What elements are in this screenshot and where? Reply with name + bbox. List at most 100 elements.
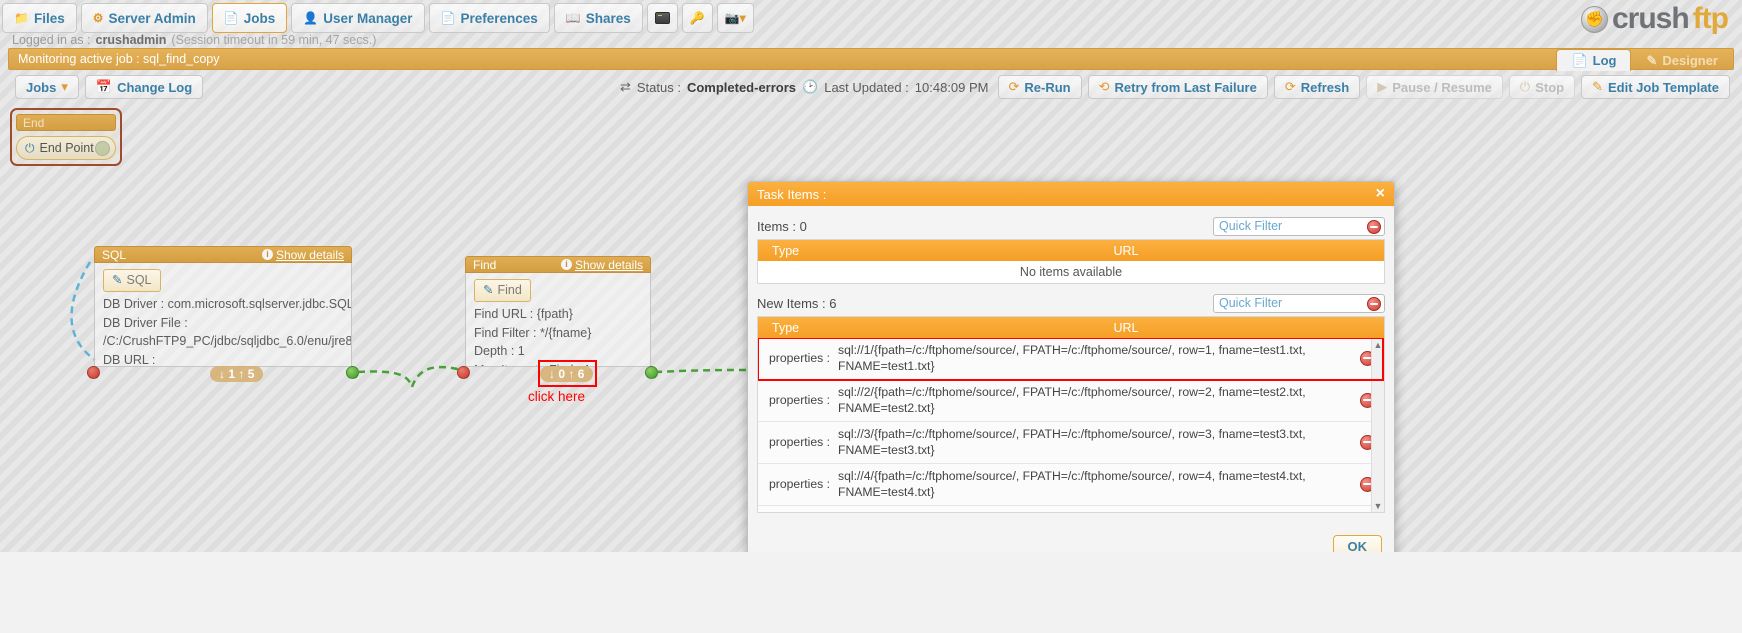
shares-icon: 📖 xyxy=(565,11,581,25)
new-items-scroll-area[interactable]: properties : sql://1/{fpath=/c:/ftphome/s… xyxy=(757,338,1385,513)
monitoring-tabs: 📄 Log ✎ Designer xyxy=(1556,49,1733,71)
brand-name-part1: crush xyxy=(1611,2,1690,35)
sql-node-tag-label: SQL xyxy=(126,273,152,287)
last-updated-label: Last Updated : xyxy=(824,79,909,95)
nav-item-preferences[interactable]: 📄 Preferences xyxy=(428,3,550,33)
nav-item-user-manager[interactable]: 👤 User Manager xyxy=(291,3,425,33)
dialog-title-bar: Task Items : × xyxy=(748,182,1394,206)
retry-from-last-failure-button[interactable]: ⟲ Retry from Last Failure xyxy=(1087,75,1268,99)
tab-designer[interactable]: ✎ Designer xyxy=(1631,49,1733,71)
table-row[interactable]: properties :sql://5/{fpath=/c:/ftphome/s… xyxy=(758,505,1384,512)
retry-icon: ⟲ xyxy=(1098,79,1110,94)
find-node-body: ✎ Find Find URL : {fpath} Find Filter : … xyxy=(465,273,651,367)
find-node-title: Find xyxy=(473,257,497,272)
nav-item-jobs[interactable]: 📄 Jobs xyxy=(211,3,288,33)
table-row[interactable]: properties : sql://4/{fpath=/c:/ftphome/s… xyxy=(758,463,1384,506)
session-timeout: (Session timeout in 59 min, 47 secs.) xyxy=(171,32,377,47)
info-icon: i xyxy=(261,249,273,260)
find-node-input-dot[interactable] xyxy=(457,366,470,379)
nav-item-jobs-label: Jobs xyxy=(243,10,276,26)
sql-node-header: SQL i Show details xyxy=(94,246,352,263)
sql-node-input-dot[interactable] xyxy=(87,366,100,379)
find-node-output-dot[interactable] xyxy=(645,366,658,379)
preferences-icon: 📄 xyxy=(440,11,456,25)
sql-line-db-driver: DB Driver : com.microsoft.sqlserver.jdbc… xyxy=(103,296,351,311)
jobs-icon: 📄 xyxy=(223,11,239,25)
items-col-type: Type xyxy=(772,243,800,258)
refresh-label: Refresh xyxy=(1300,79,1350,95)
nav-item-files[interactable]: 📁 Files xyxy=(2,3,77,33)
page-bottom-strip xyxy=(0,552,1742,633)
new-items-quick-filter[interactable] xyxy=(1213,293,1385,313)
sql-line-db-driver-file-label: DB Driver File : xyxy=(103,315,188,330)
scroll-down-arrow-icon[interactable]: ▼ xyxy=(1374,499,1383,512)
nav-item-shares[interactable]: 📖 Shares xyxy=(553,3,643,33)
new-items-count-label: New Items : 6 xyxy=(757,295,837,311)
new-items-quick-filter-clear-icon[interactable] xyxy=(1367,296,1381,311)
nav-item-terminal[interactable] xyxy=(646,3,678,33)
end-point-label: End Point xyxy=(39,141,94,155)
status-label: Status : xyxy=(636,79,681,95)
status-exchange-icon: ⇄ xyxy=(619,79,631,94)
calendar-icon: 📅 xyxy=(95,79,113,94)
sql-node-body: ✎ SQL DB Driver : com.microsoft.sqlserve… xyxy=(94,263,352,367)
rerun-icon: ⟳ xyxy=(1008,79,1020,94)
sql-line-db-driver-file-value: /C:/CrushFTP9_PC/jdbc/sqljdbc_6.0/enu/jr… xyxy=(103,334,352,349)
end-node[interactable]: End ⏻ End Point xyxy=(10,108,122,166)
vertical-scrollbar[interactable]: ▲ ▼ xyxy=(1371,338,1384,512)
nav-item-shares-label: Shares xyxy=(585,10,631,26)
logged-in-prefix: Logged in as : xyxy=(12,32,91,47)
items-table: Type URL No items available xyxy=(757,239,1385,284)
items-quick-filter-clear-icon[interactable] xyxy=(1367,219,1381,234)
find-node-tag[interactable]: ✎ Find xyxy=(474,279,531,302)
edit-job-template-label: Edit Job Template xyxy=(1608,79,1719,95)
sql-node-output-dot[interactable] xyxy=(346,366,359,379)
pencil-icon: ✎ xyxy=(1646,52,1658,68)
edit-job-template-button[interactable]: ✎ Edit Job Template xyxy=(1581,75,1730,99)
stop-button: ⏻ Stop xyxy=(1508,75,1576,99)
end-node-body[interactable]: ⏻ End Point xyxy=(16,136,116,160)
sql-node[interactable]: SQL i Show details ✎ SQL DB Driver : com… xyxy=(87,246,359,382)
items-quick-filter[interactable] xyxy=(1213,216,1385,236)
nav-item-preferences-label: Preferences xyxy=(460,10,538,26)
table-row[interactable]: properties : sql://2/{fpath=/c:/ftphome/s… xyxy=(758,379,1384,422)
end-node-connector-dot[interactable] xyxy=(95,141,110,156)
close-icon[interactable]: × xyxy=(1376,186,1385,202)
re-run-button[interactable]: ⟳ Re-Run xyxy=(997,75,1082,99)
new-items-table-header: Type URL xyxy=(758,317,1384,338)
items-quick-filter-input[interactable] xyxy=(1214,217,1384,235)
change-log-label: Change Log xyxy=(117,79,193,95)
status-value: Completed-errors xyxy=(686,79,797,95)
jobs-dropdown-button[interactable]: Jobs ▾ xyxy=(15,75,79,99)
items-table-header: Type URL xyxy=(758,240,1384,261)
find-node[interactable]: Find i Show details ✎ Find Find URL : {f… xyxy=(457,256,658,382)
info-icon: i xyxy=(560,259,572,270)
find-show-details-link[interactable]: i Show details xyxy=(560,257,643,272)
clock-icon: 🕑 xyxy=(802,79,819,94)
nav-item-key[interactable]: 🔑 xyxy=(681,3,713,33)
table-row[interactable]: properties : sql://1/{fpath=/c:/ftphome/s… xyxy=(758,338,1384,380)
badge-highlight-box xyxy=(538,360,597,387)
task-items-dialog[interactable]: Task Items : × Items : 0 Type URL No ite… xyxy=(747,181,1395,569)
sql-node-tag[interactable]: ✎ SQL xyxy=(103,269,161,292)
table-row[interactable]: properties : sql://3/{fpath=/c:/ftphome/s… xyxy=(758,421,1384,464)
row-url: sql://4/{fpath=/c:/ftphome/source/, FPAT… xyxy=(838,468,1306,500)
pencil-icon: ✎ xyxy=(483,283,494,297)
sql-node-counts-badge: ↓ 1 ↑ 5 xyxy=(210,366,264,382)
nav-item-screen-dropdown[interactable]: 📷▾ xyxy=(716,3,754,33)
pause-resume-button: ▶ Pause / Resume xyxy=(1366,75,1503,99)
user-icon: 👤 xyxy=(303,11,319,25)
sql-show-details-label: Show details xyxy=(275,247,344,262)
change-log-button[interactable]: 📅 Change Log xyxy=(84,75,204,99)
find-show-details-label: Show details xyxy=(574,257,643,272)
tab-log[interactable]: 📄 Log xyxy=(1556,49,1632,71)
refresh-button[interactable]: ⟳ Refresh xyxy=(1273,75,1361,99)
scroll-up-arrow-icon[interactable]: ▲ xyxy=(1374,338,1383,351)
retry-label: Retry from Last Failure xyxy=(1114,79,1257,95)
new-items-quick-filter-input[interactable] xyxy=(1214,294,1384,312)
row-url: sql://3/{fpath=/c:/ftphome/source/, FPAT… xyxy=(838,426,1306,458)
re-run-label: Re-Run xyxy=(1024,79,1071,95)
nav-item-server-admin[interactable]: ⚙ Server Admin xyxy=(80,3,208,33)
row-type: properties : xyxy=(769,435,830,450)
sql-show-details-link[interactable]: i Show details xyxy=(261,247,344,262)
